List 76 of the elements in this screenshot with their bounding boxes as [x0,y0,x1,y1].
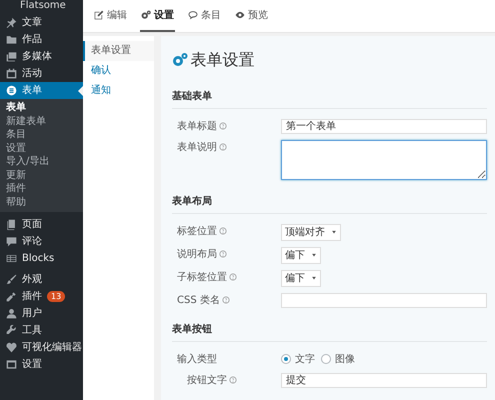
images-icon [6,51,17,62]
field-label: 表单标题 [177,120,217,134]
sidebar-menu-item[interactable]: 文章 [0,14,83,31]
pencil-icon [94,10,104,20]
radio-button[interactable] [281,354,291,364]
site-name: Flatsome [19,0,66,13]
settings-nav-item[interactable]: 表单设置 [83,40,154,60]
submenu-item[interactable]: 帮助 [6,196,26,209]
submenu-item[interactable]: 新建表单 [6,114,46,128]
speech-bubble-icon [188,10,198,20]
gears-icon [172,52,188,68]
submenu-item[interactable]: 设置 [6,142,26,155]
text-field[interactable]: 提交 [281,372,487,388]
tab[interactable]: 预览 [234,0,269,32]
sidebar-menu-item[interactable]: 评论 [0,233,83,250]
field-label: 表单说明 [177,140,217,154]
speech-bubble-icon [6,236,17,247]
plug-icon [6,291,17,302]
field-label: 标签位置 [177,224,217,238]
settings-nav-item[interactable]: 确认 [83,60,154,80]
folder-icon [6,34,17,45]
heart-icon [6,342,17,353]
section-heading: 表单布局 [172,194,487,214]
field-label: 按钮文字 [187,374,227,388]
sidebar-menu-item[interactable]: 作品 [0,31,83,48]
caret-icon [311,252,317,258]
text-field[interactable]: 第一个表单 [281,118,487,134]
tab[interactable]: 编辑 [93,0,128,32]
count-badge: 13 [47,291,66,302]
sidebar-menu-item[interactable]: 插件 13 [0,288,83,305]
sidebar-menu-item[interactable]: 页面 [0,216,83,233]
sidebar-menu-item[interactable]: 多媒体 [0,48,83,65]
sidebar-menu-item[interactable]: 用户 [0,305,83,322]
sidebar-menu-item[interactable]: 工具 [0,322,83,339]
list-circle-icon [6,85,17,96]
sidebar-menu-item[interactable]: 表单 [0,82,83,99]
text-field[interactable] [281,292,487,308]
pin-icon [6,17,17,28]
panel-title: 表单设置 [190,48,254,70]
sidebar-menu-item[interactable]: Blocks [0,250,83,267]
sidebar-menu-item[interactable]: 外观 [0,271,83,288]
submenu-item[interactable]: 条目 [6,128,26,142]
text-area[interactable] [281,140,487,180]
radio-button[interactable] [321,354,331,364]
brush-icon [6,274,17,285]
tab[interactable]: 条目 [187,0,222,32]
submenu-item[interactable]: 插件 [6,182,26,196]
section-heading: 基础表单 [172,88,487,108]
section-heading: 表单按钮 [172,322,487,342]
tab[interactable]: 设置 [140,0,175,32]
sidebar-menu-item[interactable]: 设置 [0,356,83,373]
sidebar-menu-item[interactable]: 可视化编辑器 [0,339,83,356]
grid-icon [6,253,17,264]
gears-icon [141,10,151,20]
eye-icon [235,10,245,20]
sidebar-menu-item[interactable]: 活动 [0,65,83,82]
caret-icon [311,275,317,281]
field-label: 输入类型 [177,352,217,366]
calendar-icon [6,68,17,79]
person-icon [6,308,17,319]
caret-icon [331,229,337,235]
page-icon [6,219,17,230]
field-label: 子标签位置 [177,270,227,284]
submenu-item[interactable]: 表单 [6,101,26,114]
submenu-item[interactable]: 导入/导出 [6,155,50,168]
window-icon [6,359,17,370]
wrench-icon [6,325,17,336]
settings-nav-item[interactable]: 通知 [83,80,154,100]
dropdown[interactable]: 偏下 [281,246,321,264]
radio-option[interactable]: 图像 [321,352,355,366]
field-label: 说明布局 [177,248,217,262]
field-label: CSS 类名 [177,294,220,308]
dropdown[interactable]: 偏下 [281,270,321,286]
dropdown[interactable]: 顶端对齐 [281,224,341,240]
submenu-item[interactable]: 更新 [6,168,26,182]
radio-option[interactable]: 文字 [281,352,315,366]
